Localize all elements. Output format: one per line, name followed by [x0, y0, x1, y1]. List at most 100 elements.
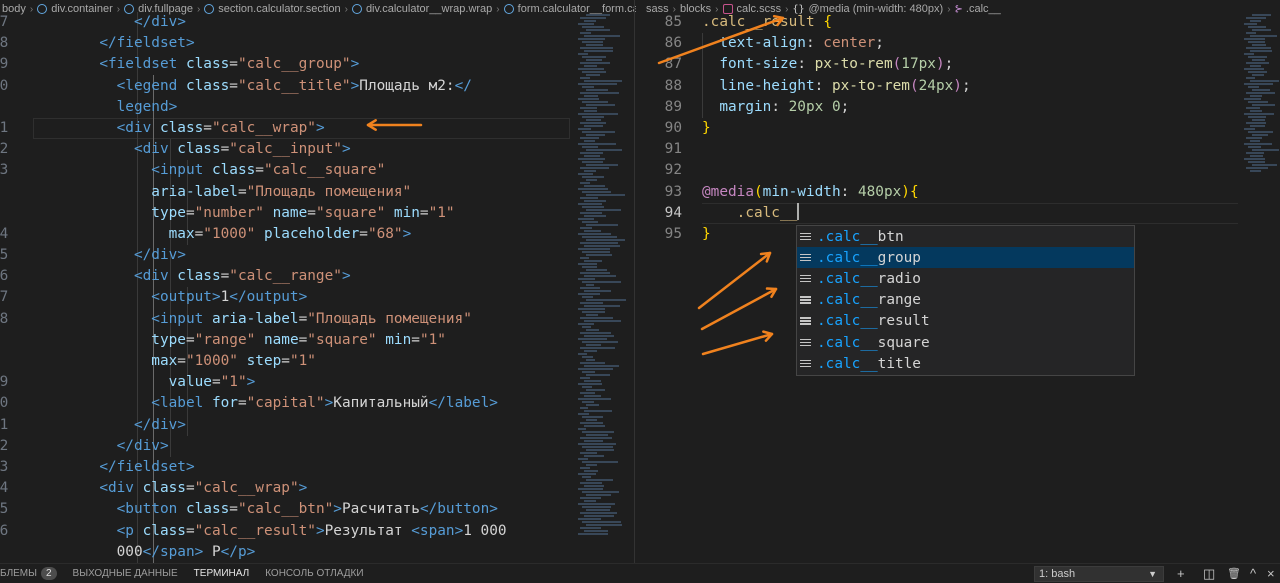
suggestion-match-text: .calc__	[817, 334, 878, 351]
minimap-line	[1248, 116, 1266, 118]
minimap-line	[578, 203, 602, 205]
minimap-line	[578, 338, 607, 340]
line-number: 93	[664, 183, 682, 200]
minimap-line	[584, 215, 606, 217]
chevron-up-icon[interactable]: ^	[1250, 566, 1256, 582]
minimap-line	[586, 224, 618, 226]
minimap-line	[584, 335, 614, 337]
minimap-line	[580, 242, 618, 244]
minimap-line	[584, 65, 597, 67]
tab-output[interactable]: ВЫХОДНЫЕ ДАННЫЕ	[73, 568, 178, 579]
minimap-line	[580, 17, 606, 19]
minimap-line	[586, 44, 603, 46]
minimap-line	[1252, 104, 1275, 106]
left-code-editor[interactable]: </div> </fieldset> <fieldset class="calc…	[30, 12, 575, 563]
minimap-line	[578, 428, 586, 430]
right-code-editor[interactable]: .calc__result { text-align: center; font…	[702, 12, 1242, 245]
minimap-line	[1246, 62, 1269, 64]
minimap-line	[584, 110, 597, 112]
minimap-line	[1246, 32, 1256, 34]
keyword-icon	[800, 274, 811, 284]
trash-icon[interactable]: 🗑	[1227, 566, 1241, 582]
suggestion-item[interactable]: .calc__range	[797, 290, 1134, 311]
code-line: </fieldset>	[99, 35, 195, 52]
minimap-line	[1248, 56, 1267, 58]
minimap-line	[584, 410, 612, 412]
tab-problems-label: БЛЕМЫ	[0, 568, 37, 579]
autocomplete-suggestions[interactable]: .calc__btn .calc__group .calc__radio .calc_…	[796, 225, 1135, 376]
keyword-icon	[800, 316, 811, 326]
code-line: <output>1</output>	[151, 289, 308, 306]
minimap-line	[586, 59, 602, 61]
minimap-line	[580, 452, 597, 454]
code-line: </div>	[133, 14, 186, 30]
minimap-line	[586, 434, 608, 436]
minimap-line	[584, 395, 601, 397]
suggestion-label: .calc__result	[817, 313, 930, 329]
minimap-line	[1244, 23, 1257, 25]
minimap-line	[584, 500, 596, 502]
minimap-line	[1246, 77, 1255, 79]
code-line: <label for="capital">Капитальный</label>	[151, 395, 498, 412]
minimap-line	[586, 74, 600, 76]
minimap-line	[580, 332, 611, 334]
minimap-line	[1250, 140, 1260, 142]
tab-problems[interactable]: БЛЕМЫ 2	[0, 567, 57, 580]
code-line: <div class="calc__wrap">	[99, 480, 308, 497]
minimap-line	[582, 296, 593, 298]
suggestion-label: .calc__range	[817, 292, 921, 308]
left-minimap[interactable]	[578, 14, 626, 536]
minimap-line	[582, 521, 621, 523]
minimap-line	[578, 218, 594, 220]
minimap-line	[580, 212, 602, 214]
line-number: 71	[0, 119, 9, 136]
minimap-line	[578, 38, 605, 40]
terminal-selector[interactable]: 1: bash ▼	[1034, 566, 1164, 582]
right-minimap[interactable]	[1244, 14, 1280, 174]
minimap-line	[1244, 113, 1274, 115]
minimap-line	[584, 155, 600, 157]
minimap-line	[586, 329, 599, 331]
suggestion-item[interactable]: .calc__square	[797, 332, 1134, 353]
suggestion-item[interactable]: .calc__title	[797, 353, 1134, 374]
minimap-line	[1248, 26, 1266, 28]
line-number: 86	[664, 35, 682, 52]
minimap-line	[582, 446, 613, 448]
suggestion-rest-text: group	[877, 249, 921, 266]
minimap-line	[586, 14, 610, 16]
minimap-line	[582, 116, 604, 118]
minimap-line	[578, 68, 604, 70]
tab-debug-console[interactable]: КОНСОЛЬ ОТЛАДКИ	[265, 568, 363, 579]
minimap-line	[586, 284, 594, 286]
minimap-line	[1248, 161, 1265, 163]
minimap-line	[1252, 164, 1277, 166]
minimap-line	[582, 71, 606, 73]
minimap-line	[1246, 17, 1266, 19]
code-line: .calc__result {	[702, 14, 832, 30]
chevron-down-icon: ▼	[1148, 569, 1157, 579]
minimap-line	[586, 209, 621, 211]
suggestion-item[interactable]: .calc__btn	[797, 226, 1134, 247]
minimap-line	[582, 146, 598, 148]
suggestion-label: .calc__btn	[817, 229, 904, 245]
plus-icon[interactable]: +	[1177, 566, 1185, 582]
minimap-line	[578, 23, 594, 25]
suggestion-item[interactable]: .calc__group	[797, 247, 1134, 269]
minimap-line	[580, 512, 617, 514]
code-line: type="range" name="square" min="1"	[151, 331, 446, 348]
line-number: 86	[0, 522, 9, 539]
minimap-line	[578, 503, 615, 505]
line-number: 89	[664, 98, 682, 115]
minimap-line	[578, 308, 605, 310]
suggestion-item[interactable]: .calc__radio	[797, 268, 1134, 289]
minimap-line	[578, 83, 617, 85]
editor-split-divider[interactable]	[634, 0, 635, 563]
split-terminal-icon[interactable]: ◫	[1203, 566, 1215, 582]
tab-terminal[interactable]: ТЕРМИНАЛ	[194, 568, 250, 579]
close-icon[interactable]: ×	[1267, 566, 1275, 582]
code-line: </fieldset>	[99, 458, 195, 475]
minimap-line	[1246, 137, 1262, 139]
suggestion-item[interactable]: .calc__result	[797, 311, 1134, 332]
line-number: 83	[0, 458, 9, 475]
minimap-line	[578, 173, 593, 175]
